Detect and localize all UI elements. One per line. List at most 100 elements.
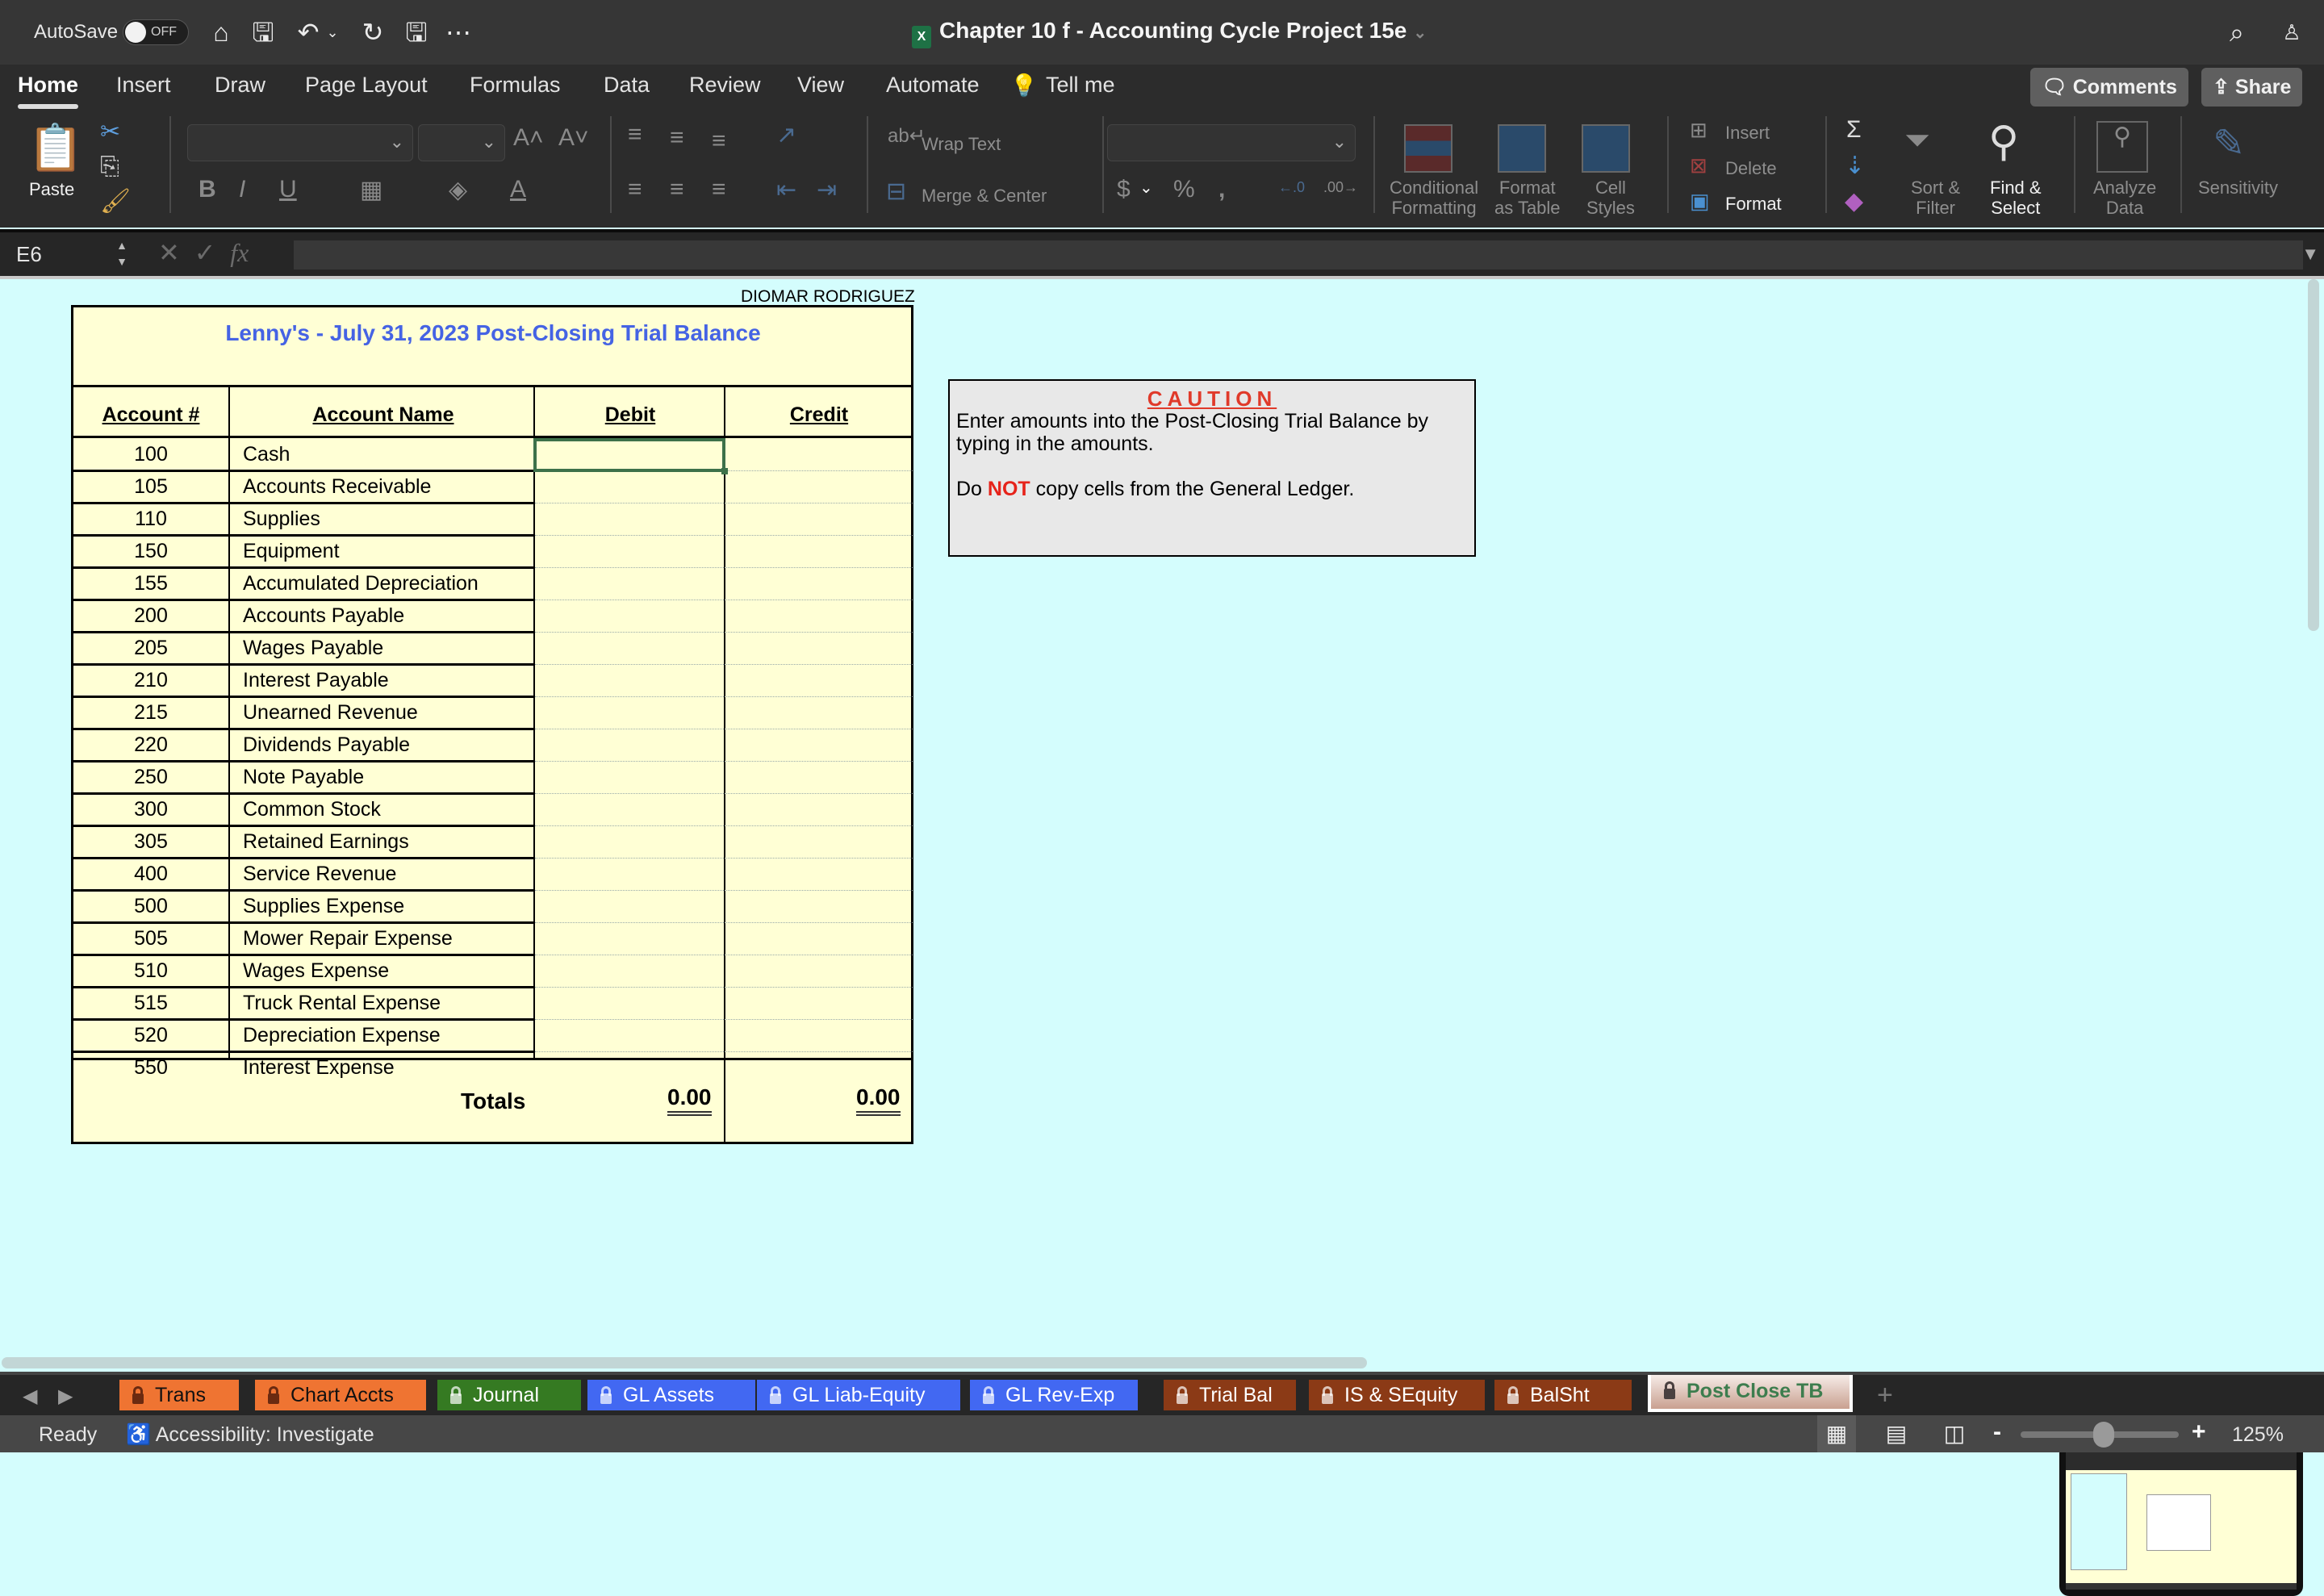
chevron-down-icon[interactable]: ⌄ xyxy=(1139,178,1153,198)
comma-style-icon[interactable]: , xyxy=(1218,176,1225,203)
account-name[interactable]: Mower Repair Expense xyxy=(232,922,453,955)
credit-cell[interactable] xyxy=(725,761,913,793)
fill-icon[interactable]: ⇣ xyxy=(1845,152,1865,180)
credit-cell[interactable] xyxy=(725,987,913,1019)
redo-icon[interactable]: ↻ xyxy=(355,15,391,50)
debit-cell[interactable] xyxy=(535,922,724,955)
document-title[interactable]: X Chapter 10 f - Accounting Cycle Project… xyxy=(912,18,1427,48)
debit-cell[interactable] xyxy=(535,664,724,696)
home-icon[interactable]: ⌂ xyxy=(203,15,239,50)
conditional-formatting-icon[interactable] xyxy=(1404,124,1452,173)
account-name[interactable]: Common Stock xyxy=(232,793,381,825)
account-number[interactable]: 215 xyxy=(73,696,228,729)
account-name[interactable]: Accumulated Depreciation xyxy=(232,567,479,600)
zoom-level[interactable]: 125% xyxy=(2232,1423,2284,1447)
totals-label[interactable]: Totals xyxy=(461,1088,525,1114)
account-name[interactable]: Retained Earnings xyxy=(232,825,409,858)
account-number[interactable]: 520 xyxy=(73,1019,228,1051)
debit-cell[interactable] xyxy=(535,761,724,793)
credit-cell[interactable] xyxy=(725,1051,913,1084)
font-name-select[interactable]: ⌄ xyxy=(187,124,413,161)
account-name[interactable]: Wages Expense xyxy=(232,955,389,987)
format-button[interactable]: Format xyxy=(1725,194,1782,214)
credit-cell[interactable] xyxy=(725,470,913,503)
debit-cell[interactable] xyxy=(535,858,724,890)
increase-indent-icon[interactable]: ⇥ xyxy=(817,176,837,204)
debit-cell[interactable] xyxy=(535,470,724,503)
account-number[interactable]: 150 xyxy=(73,535,228,567)
sort-filter-icon[interactable]: ⏷ xyxy=(1904,123,1930,159)
debit-cell[interactable] xyxy=(535,503,724,535)
account-number[interactable]: 500 xyxy=(73,890,228,922)
formula-input[interactable] xyxy=(294,240,2303,269)
sheet-tab-gl-assets[interactable]: GL Assets xyxy=(587,1380,755,1410)
debit-cell[interactable] xyxy=(535,632,724,664)
share-button[interactable]: ⇪ Share xyxy=(2201,68,2303,107)
credit-cell[interactable] xyxy=(725,1019,913,1051)
header-credit[interactable]: Credit xyxy=(725,387,913,436)
account-number[interactable]: 110 xyxy=(73,503,228,535)
cell-styles-button[interactable]: Cell Styles xyxy=(1586,178,1635,218)
caution-note[interactable]: CAUTION Enter amounts into the Post-Clos… xyxy=(948,379,1476,557)
name-box[interactable]: E6 ▲ ▼ xyxy=(0,232,137,276)
format-as-table-icon[interactable] xyxy=(1498,124,1546,173)
copy-icon[interactable]: ⎘ xyxy=(100,153,119,181)
cancel-icon[interactable]: ✕ xyxy=(158,238,180,267)
account-name[interactable]: Accounts Payable xyxy=(232,600,404,632)
total-credit[interactable]: 0.00 xyxy=(856,1084,901,1116)
debit-cell[interactable] xyxy=(535,890,724,922)
decrease-decimal-icon[interactable]: .00→ xyxy=(1323,179,1358,196)
credit-cell[interactable] xyxy=(725,632,913,664)
search-icon[interactable]: ⌕ xyxy=(2219,15,2255,50)
align-bottom-icon[interactable]: ≡ xyxy=(712,127,726,155)
account-number[interactable]: 210 xyxy=(73,664,228,696)
account-name[interactable]: Supplies Expense xyxy=(232,890,404,922)
debit-cell[interactable] xyxy=(535,729,724,761)
autosave-toggle[interactable]: OFF xyxy=(123,19,189,45)
name-box-stepper-icon[interactable]: ▲ ▼ xyxy=(116,237,127,269)
account-number[interactable]: 100 xyxy=(73,438,228,470)
header-account-num[interactable]: Account # xyxy=(73,387,228,436)
account-number[interactable]: 515 xyxy=(73,987,228,1019)
zoom-out-button[interactable]: - xyxy=(1993,1418,2001,1446)
orientation-icon[interactable]: ↗ xyxy=(776,121,796,149)
zoom-in-button[interactable]: + xyxy=(2192,1418,2206,1446)
tab-view[interactable]: View xyxy=(797,73,844,98)
save-icon[interactable]: 🖫 xyxy=(399,15,434,50)
number-format-select[interactable]: ⌄ xyxy=(1107,124,1356,161)
sheet-tab-gl-rev-exp[interactable]: GL Rev-Exp xyxy=(970,1380,1138,1410)
delete-button[interactable]: Delete xyxy=(1725,158,1777,178)
account-number[interactable]: 505 xyxy=(73,922,228,955)
student-name[interactable]: DIOMAR RODRIGUEZ xyxy=(741,287,915,307)
account-number[interactable]: 250 xyxy=(73,761,228,793)
horizontal-scrollbar[interactable] xyxy=(2,1357,1367,1368)
account-name[interactable]: Interest Payable xyxy=(232,664,389,696)
debit-cell[interactable] xyxy=(535,535,724,567)
increase-font-icon[interactable]: A˄ xyxy=(513,124,544,152)
account-number[interactable]: 105 xyxy=(73,470,228,503)
wrap-text-button[interactable]: Wrap Text xyxy=(922,134,1001,154)
total-debit[interactable]: 0.00 xyxy=(667,1084,712,1116)
collaborate-icon[interactable]: ♙ xyxy=(2274,15,2309,50)
sheet-tab-trans[interactable]: Trans xyxy=(119,1380,239,1410)
underline-icon[interactable]: U xyxy=(279,176,297,203)
tab-automate[interactable]: Automate xyxy=(886,73,980,98)
account-name[interactable]: Interest Expense xyxy=(232,1051,395,1084)
credit-cell[interactable] xyxy=(725,890,913,922)
sheet-tab-gl-liab-equity[interactable]: GL Liab-Equity xyxy=(757,1380,960,1410)
tab-insert[interactable]: Insert xyxy=(116,73,171,98)
account-number[interactable]: 220 xyxy=(73,729,228,761)
find-icon[interactable]: ⚲ xyxy=(1988,118,2019,166)
page-break-view-icon[interactable]: ◫ xyxy=(1935,1415,1974,1452)
debit-cell[interactable] xyxy=(535,567,724,600)
tab-formulas[interactable]: Formulas xyxy=(470,73,561,98)
conditional-formatting-button[interactable]: Conditional Formatting xyxy=(1390,178,1478,218)
paste-icon[interactable]: 📋 xyxy=(27,121,84,178)
debit-cell[interactable] xyxy=(535,1019,724,1051)
font-color-icon[interactable]: A xyxy=(510,176,526,203)
debit-cell[interactable] xyxy=(535,825,724,858)
account-number[interactable]: 510 xyxy=(73,955,228,987)
tab-review[interactable]: Review xyxy=(689,73,761,98)
credit-cell[interactable] xyxy=(725,729,913,761)
header-debit[interactable]: Debit xyxy=(535,387,725,436)
